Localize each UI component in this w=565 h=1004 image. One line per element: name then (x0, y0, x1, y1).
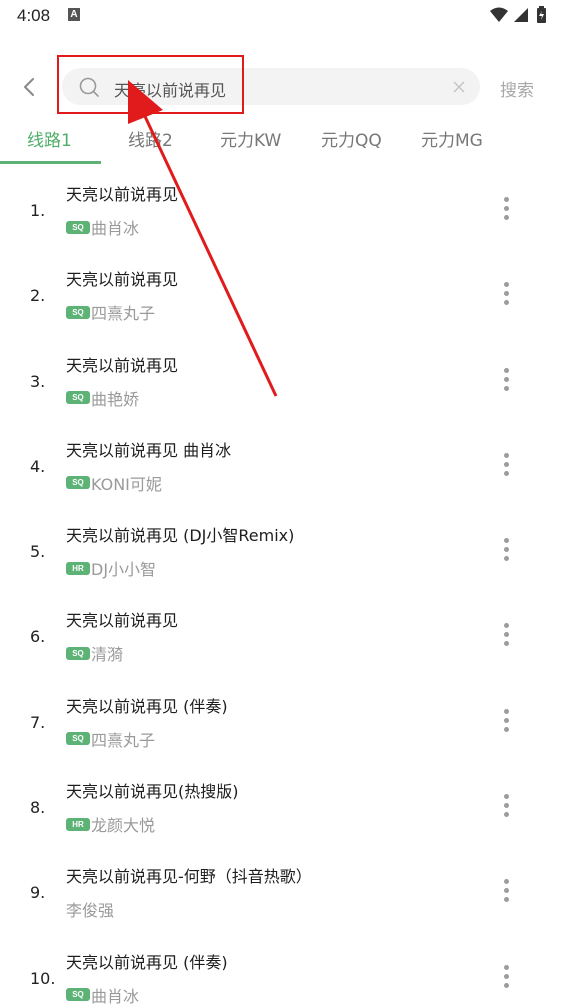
more-options-button[interactable] (496, 280, 518, 308)
song-meta: SQ 曲肖冰 (66, 217, 140, 238)
song-artist: KONI可妮 (91, 474, 162, 494)
wifi-icon (490, 7, 508, 22)
more-options-button[interactable] (496, 195, 518, 223)
status-time: 4:08 (17, 6, 51, 25)
notification-icon: A (68, 8, 80, 21)
song-row[interactable]: 7. 天亮以前说再见 (伴奏) SQ 四熹丸子 (0, 679, 565, 764)
back-button[interactable] (14, 74, 44, 100)
song-title: 天亮以前说再见 (伴奏) (66, 952, 228, 972)
signal-icon (514, 8, 528, 22)
search-button[interactable]: 搜索 (500, 76, 534, 101)
quality-badge: SQ (66, 305, 90, 319)
song-title: 天亮以前说再见 (66, 355, 179, 375)
quality-badge: SQ (66, 391, 90, 405)
song-title: 天亮以前说再见(热搜版) (66, 782, 239, 802)
song-row[interactable]: 5. 天亮以前说再见 (DJ小智Remix) HR DJ小小智 (0, 508, 565, 593)
song-meta: SQ 曲艳娇 (66, 388, 140, 409)
song-row[interactable]: 10. 天亮以前说再见 (伴奏) SQ 曲肖冰 (0, 935, 565, 1004)
status-icons (489, 5, 551, 25)
song-title: 天亮以前说再见 (DJ小智Remix) (66, 526, 295, 546)
quality-badge: SQ (66, 220, 90, 234)
more-options-button[interactable] (496, 451, 518, 479)
song-number: 8. (30, 798, 46, 818)
song-number: 3. (30, 371, 46, 391)
song-meta: SQ KONI可妮 (66, 473, 162, 494)
song-meta: HR 龙颜大悦 (66, 814, 156, 836)
song-title: 天亮以前说再见-何野（抖音热歌） (66, 867, 312, 887)
quality-badge: HR (66, 817, 90, 831)
more-options-button[interactable] (496, 963, 518, 991)
quality-badge: HR (66, 561, 90, 575)
song-row[interactable]: 3. 天亮以前说再见 SQ 曲艳娇 (0, 338, 565, 423)
tab-yuanli-qq[interactable]: 元力QQ (321, 126, 382, 151)
more-options-button[interactable] (496, 877, 518, 905)
song-number: 5. (30, 542, 46, 562)
song-artist: 龙颜大悦 (91, 816, 156, 836)
song-number: 2. (30, 286, 46, 306)
tab-indicator (0, 161, 101, 164)
song-artist: 清漪 (91, 645, 124, 665)
song-title: 天亮以前说再见 曲肖冰 (66, 440, 232, 460)
song-title: 天亮以前说再见 (66, 270, 179, 290)
song-number: 1. (30, 201, 46, 220)
quality-badge: SQ (66, 476, 90, 490)
song-title: 天亮以前说再见 (66, 611, 179, 631)
song-row[interactable]: 6. 天亮以前说再见 SQ 清漪 (0, 593, 565, 678)
song-number: 6. (30, 627, 46, 647)
song-meta: 李俊强 (66, 899, 115, 921)
song-title: 天亮以前说再见 (66, 185, 179, 204)
song-artist: 四熹丸子 (91, 730, 156, 750)
more-options-button[interactable] (496, 366, 518, 394)
song-row[interactable]: 8. 天亮以前说再见(热搜版) HR 龙颜大悦 (0, 764, 565, 849)
song-meta: HR DJ小小智 (66, 558, 157, 580)
search-input[interactable]: 天亮以前说再见 (62, 68, 480, 105)
search-icon (78, 76, 100, 102)
song-meta: SQ 四熹丸子 (66, 302, 156, 324)
tab-yuanli-kw[interactable]: 元力KW (220, 126, 281, 151)
song-artist: 李俊强 (66, 901, 115, 921)
song-number: 10. (30, 968, 56, 988)
quality-badge: SQ (66, 646, 90, 660)
tab-route-2[interactable]: 线路2 (128, 126, 173, 151)
song-artist: 四熹丸子 (91, 304, 156, 324)
song-artist: 曲艳娇 (91, 389, 140, 409)
song-artist: 曲肖冰 (91, 219, 140, 238)
tab-route-1[interactable]: 线路1 (27, 126, 72, 151)
song-artist: 曲肖冰 (91, 986, 140, 1004)
status-bar: 4:08 A (0, 0, 565, 32)
song-row[interactable]: 1. 天亮以前说再见 SQ 曲肖冰 (0, 167, 565, 252)
quality-badge: SQ (66, 988, 90, 1002)
tab-yuanli-mg[interactable]: 元力MG (421, 126, 483, 151)
battery-icon (537, 6, 546, 23)
song-artist: DJ小小智 (91, 560, 157, 580)
search-header: 天亮以前说再见 搜索 (0, 64, 565, 110)
song-number: 7. (30, 712, 46, 732)
song-meta: SQ 清漪 (66, 643, 124, 665)
more-options-button[interactable] (496, 536, 518, 564)
quality-badge: SQ (66, 732, 90, 746)
chevron-left-icon (24, 78, 34, 96)
route-tabs: 线路1 线路2 元力KW 元力QQ 元力MG (0, 114, 565, 164)
song-row[interactable]: 4. 天亮以前说再见 曲肖冰 SQ KONI可妮 (0, 423, 565, 508)
more-options-button[interactable] (496, 792, 518, 820)
more-options-button[interactable] (496, 621, 518, 649)
search-query: 天亮以前说再见 (114, 81, 227, 100)
song-meta: SQ 四熹丸子 (66, 729, 156, 750)
more-options-button[interactable] (496, 707, 518, 735)
song-row[interactable]: 2. 天亮以前说再见 SQ 四熹丸子 (0, 252, 565, 337)
song-meta: SQ 曲肖冰 (66, 985, 139, 1004)
song-row[interactable]: 9. 天亮以前说再见-何野（抖音热歌） 李俊强 (0, 849, 565, 934)
song-title: 天亮以前说再见 (伴奏) (66, 696, 228, 716)
song-list: 1. 天亮以前说再见 SQ 曲肖冰 2. 天亮以前说再见 SQ 四熹丸子 3. 天亮以前说再见 SQ… (0, 167, 565, 1004)
song-number: 4. (30, 456, 46, 476)
clear-icon[interactable] (452, 79, 466, 98)
song-number: 9. (30, 883, 46, 903)
